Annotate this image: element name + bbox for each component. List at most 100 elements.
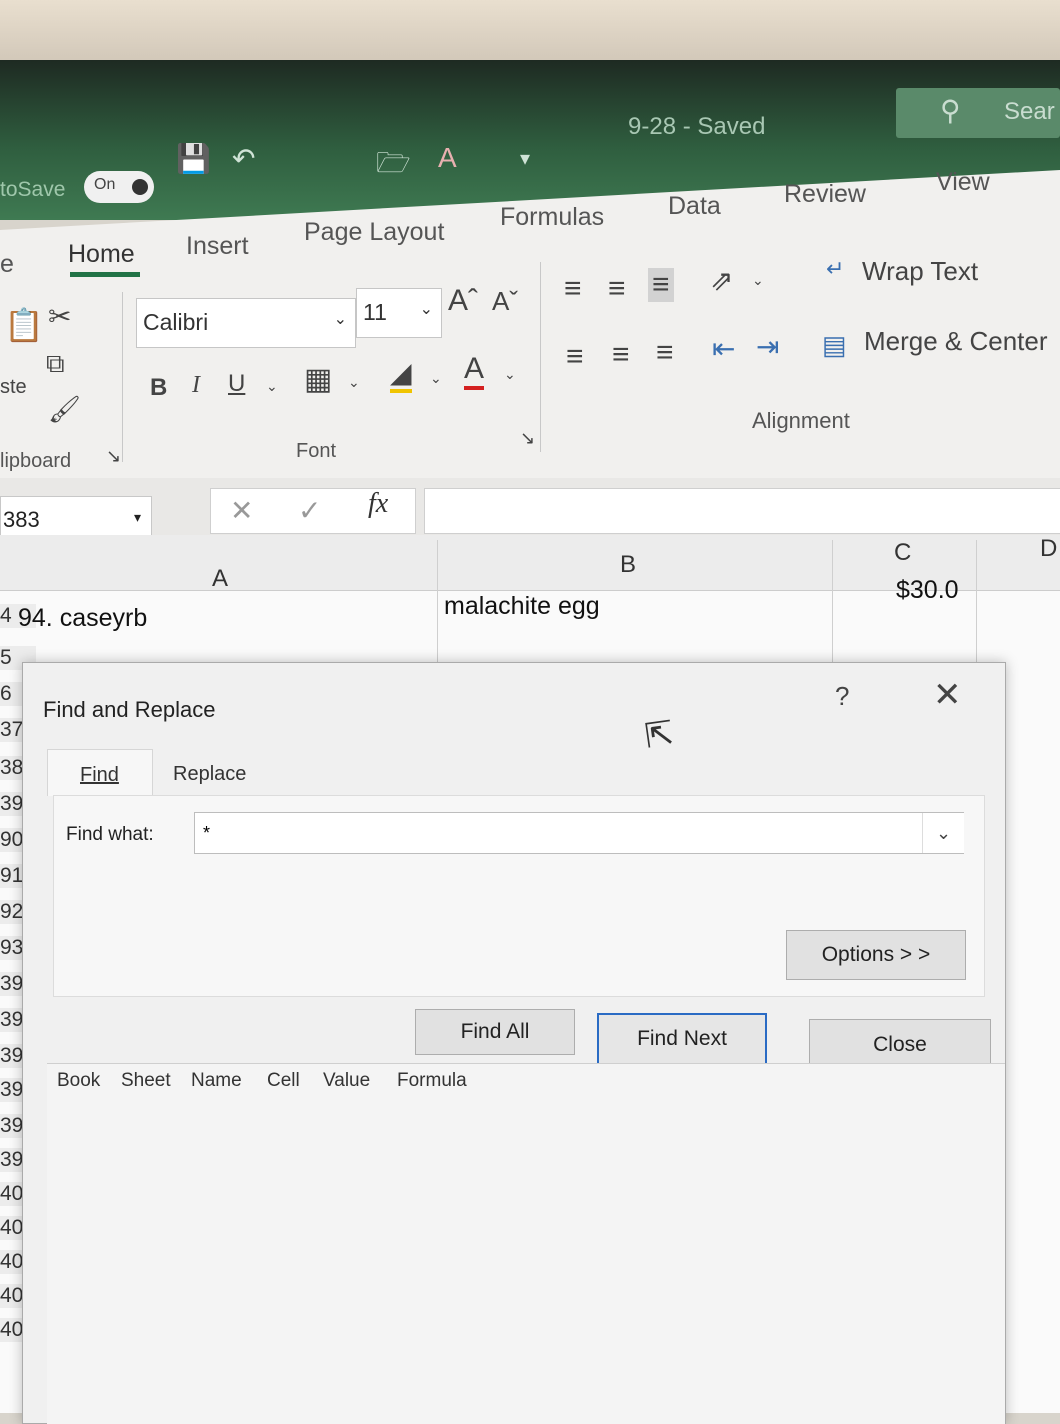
chevron-down-icon[interactable]: ⌄ — [922, 813, 964, 853]
clipboard-group-label: lipboard — [0, 450, 72, 472]
search-placeholder: Sear — [1004, 98, 1055, 125]
tab-home[interactable]: Home — [68, 240, 135, 269]
font-size-value: 11 — [363, 299, 387, 325]
tab-file[interactable]: e — [0, 250, 14, 279]
find-what-input[interactable] — [194, 812, 964, 854]
tab-formulas[interactable]: Formulas — [500, 203, 604, 232]
help-button[interactable]: ? — [835, 681, 849, 712]
chevron-down-icon[interactable]: ⌄ — [348, 374, 360, 391]
format-painter-icon[interactable]: 🖌 — [48, 394, 81, 425]
results-header-sheet[interactable]: Sheet — [121, 1070, 171, 1092]
tab-replace-label: Replace — [173, 763, 247, 785]
italic-button[interactable]: I — [192, 372, 200, 399]
chevron-down-icon[interactable]: ⌄ — [504, 366, 516, 383]
bottom-align-icon[interactable]: ≡ — [648, 268, 674, 302]
close-icon[interactable]: ✕ — [933, 675, 962, 715]
column-header-b[interactable]: B — [620, 551, 636, 579]
font-group-label: Font — [296, 440, 337, 462]
divider — [540, 262, 541, 452]
results-header-name[interactable]: Name — [191, 1070, 242, 1092]
column-divider — [976, 540, 977, 670]
results-header-book[interactable]: Book — [57, 1070, 100, 1092]
alignment-group-label: Alignment — [752, 408, 850, 433]
insert-function-button[interactable]: fx — [368, 488, 388, 520]
search-icon: ⚲ — [940, 95, 961, 126]
results-header-value[interactable]: Value — [323, 1070, 370, 1092]
chevron-down-icon: ▾ — [133, 509, 141, 525]
underline-button[interactable]: U — [228, 370, 245, 398]
find-what-label: Find what: — [66, 824, 154, 845]
divider — [122, 292, 123, 462]
results-header-cell[interactable]: Cell — [267, 1070, 300, 1092]
results-list[interactable]: Book Sheet Name Cell Value Formula — [47, 1063, 1005, 1424]
tab-find[interactable]: Find — [47, 749, 153, 796]
cell-a4[interactable]: 94. caseyrb — [18, 604, 147, 633]
column-divider — [832, 540, 833, 670]
tab-replace[interactable]: Replace — [153, 749, 261, 795]
tab-data[interactable]: Data — [668, 192, 721, 221]
fill-color-icon[interactable]: ◢ — [390, 356, 412, 393]
undo-icon[interactable]: ↶ — [232, 142, 255, 175]
tab-page-layout[interactable]: Page Layout — [304, 218, 444, 247]
font-name-value: Calibri — [143, 309, 209, 335]
formula-input[interactable] — [424, 488, 1060, 534]
align-center-icon[interactable]: ≡ — [612, 338, 630, 372]
chevron-down-icon[interactable]: ⌄ — [266, 378, 278, 395]
column-header-c[interactable]: C — [894, 539, 911, 567]
autosave-toggle[interactable]: On — [84, 171, 154, 203]
customize-qat-icon[interactable]: ▾ — [520, 146, 530, 171]
chevron-down-icon[interactable]: ⌄ — [430, 370, 442, 387]
font-size-box[interactable]: 11 ⌄ — [356, 288, 442, 338]
align-left-icon[interactable]: ≡ — [566, 340, 584, 374]
chevron-down-icon[interactable]: ⌄ — [752, 272, 764, 289]
merge-center-button[interactable]: Merge & Center — [864, 326, 1048, 357]
column-divider — [437, 540, 438, 670]
enter-icon[interactable]: ✓ — [298, 494, 321, 527]
orientation-icon[interactable]: ⇗ — [710, 264, 733, 297]
find-next-button[interactable]: Find Next — [597, 1013, 767, 1065]
copy-icon[interactable]: ⧉ — [46, 348, 65, 380]
cancel-icon[interactable]: ✕ — [230, 494, 253, 527]
font-name-box[interactable]: Calibri ⌄ — [136, 298, 356, 348]
cell-c4[interactable]: $30.0 — [896, 576, 959, 605]
clipboard-launcher-icon[interactable]: ↘ — [106, 446, 121, 467]
tab-find-label: Find — [80, 764, 119, 786]
find-all-button[interactable]: Find All — [415, 1009, 575, 1055]
increase-indent-icon[interactable]: ⇥ — [756, 330, 779, 363]
align-right-icon[interactable]: ≡ — [656, 336, 674, 370]
tab-insert[interactable]: Insert — [186, 232, 249, 261]
search-box[interactable]: ⚲ Sear — [896, 88, 1060, 138]
decrease-indent-icon[interactable]: ⇤ — [712, 332, 735, 365]
column-header-a[interactable]: A — [212, 565, 228, 593]
tab-review[interactable]: Review — [784, 180, 866, 209]
cell-b4[interactable]: malachite egg — [444, 592, 600, 621]
paste-icon[interactable]: 📋 — [4, 306, 44, 344]
document-title[interactable]: 9-28 - Saved — [628, 113, 765, 141]
open-folder-icon[interactable]: 🗁 — [376, 142, 411, 190]
bold-button[interactable]: B — [150, 374, 167, 402]
chevron-down-icon: ⌄ — [333, 311, 347, 328]
wrap-text-button[interactable]: Wrap Text — [862, 256, 978, 287]
cut-icon[interactable]: ✂ — [48, 300, 71, 333]
font-color-button[interactable]: A — [464, 352, 485, 390]
borders-icon[interactable]: ▦ — [304, 362, 332, 397]
tab-home-underline — [70, 272, 140, 277]
top-align-icon[interactable]: ≡ — [564, 272, 582, 306]
options-button[interactable]: Options > > — [786, 930, 966, 980]
font-color-qat-icon[interactable]: A — [438, 142, 457, 174]
shrink-font-button[interactable]: Aˇ — [492, 286, 518, 317]
save-icon[interactable]: 💾 — [176, 142, 211, 175]
find-panel: Find what: ⌄ Options > > — [53, 795, 985, 997]
wrap-text-icon: ↵ — [826, 256, 845, 281]
tab-view[interactable]: View — [936, 168, 990, 197]
paste-label[interactable]: ste — [0, 376, 27, 399]
font-launcher-icon[interactable]: ↘ — [520, 428, 535, 449]
middle-align-icon[interactable]: ≡ — [608, 272, 626, 306]
results-header-formula[interactable]: Formula — [397, 1070, 467, 1092]
column-header-d[interactable]: D — [1040, 535, 1057, 563]
merge-center-icon: ▤ — [822, 330, 847, 360]
find-replace-dialog: Find and Replace ? ✕ ⇱ Find Replace Find… — [22, 662, 1006, 1424]
autosave-label: toSave — [0, 178, 66, 201]
grow-font-button[interactable]: Aˆ — [448, 284, 478, 318]
dialog-title: Find and Replace — [43, 697, 216, 722]
